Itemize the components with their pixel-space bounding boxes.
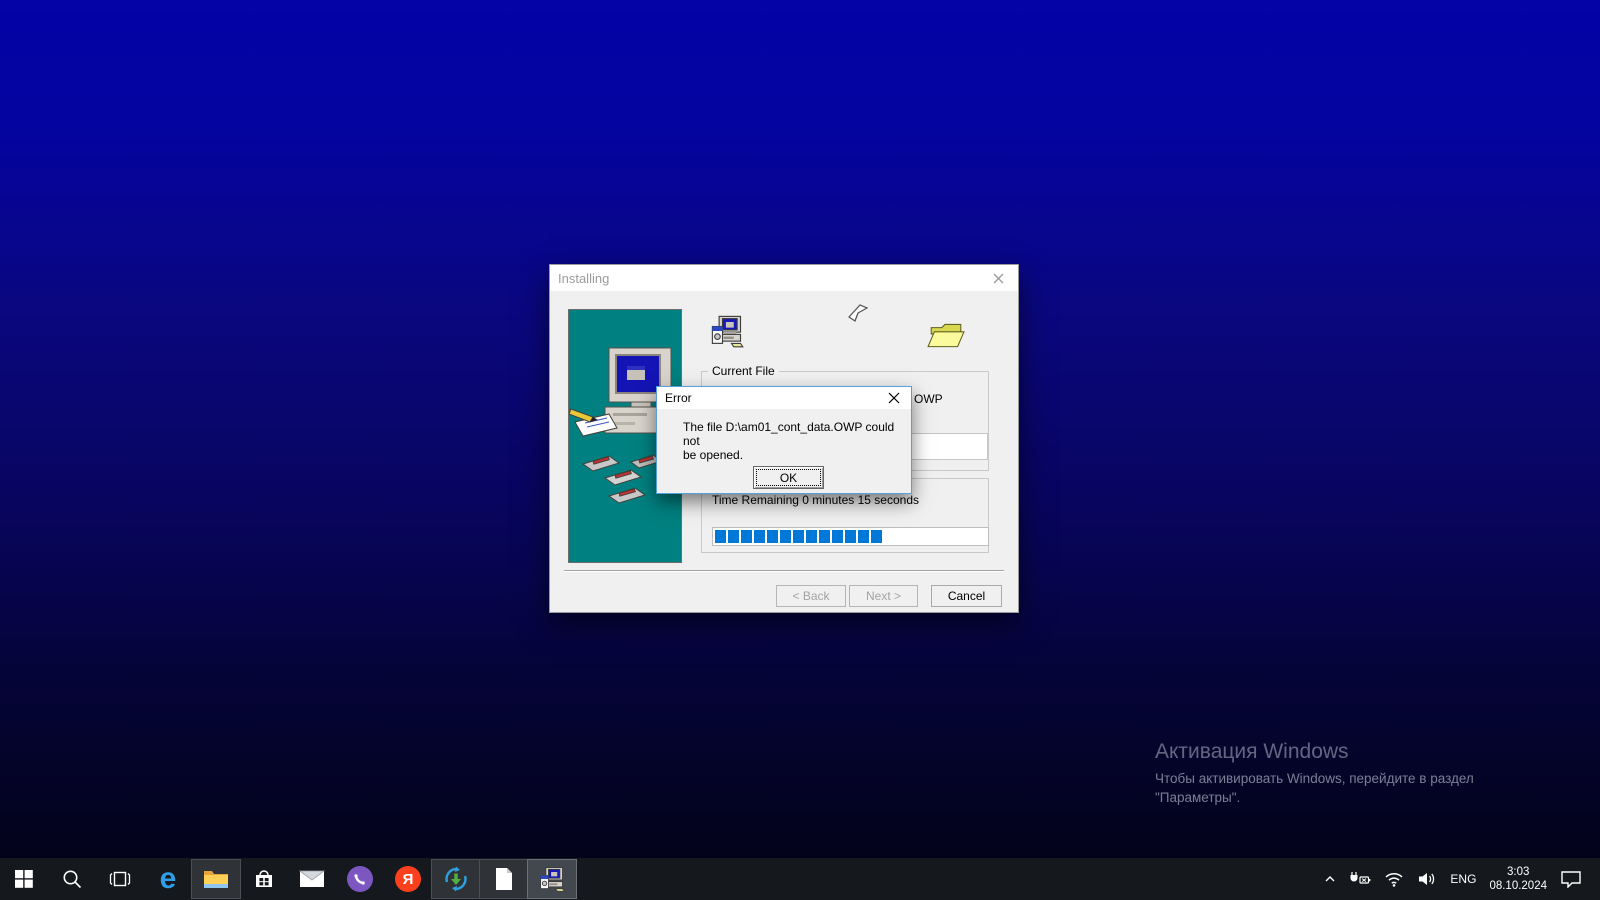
mediaget-icon [443, 866, 469, 892]
overall-progress-bar [712, 527, 989, 546]
progress-block [832, 530, 843, 543]
taskbar: e [0, 858, 1600, 900]
back-button[interactable]: < Back [776, 585, 846, 607]
windows-activation-watermark: Активация Windows Чтобы активировать Win… [1155, 740, 1575, 807]
clock-date: 08.10.2024 [1489, 879, 1547, 893]
error-dialog-title: Error [657, 391, 692, 405]
clock-time: 3:03 [1489, 865, 1547, 879]
installer-window-title: Installing [550, 271, 609, 286]
error-message-line2: be opened. [683, 448, 911, 462]
taskbar-item-mail[interactable] [288, 860, 336, 898]
taskbar-item-edge[interactable]: e [144, 860, 192, 898]
error-titlebar[interactable]: Error [657, 387, 911, 409]
error-dialog: Error The file D:\am01_cont_data.OWP cou… [656, 386, 912, 494]
progress-block [819, 530, 830, 543]
viber-icon [347, 866, 373, 892]
installer-icon [538, 865, 566, 893]
progress-block [754, 530, 765, 543]
tray-network-button[interactable] [1382, 859, 1406, 899]
next-button[interactable]: Next > [849, 585, 918, 607]
taskbar-item-viber[interactable] [336, 860, 384, 898]
progress-block [858, 530, 869, 543]
action-center-button[interactable] [1558, 859, 1584, 899]
installer-titlebar[interactable]: Installing [550, 265, 1018, 291]
current-file-group-label: Current File [708, 364, 779, 378]
watermark-line2: "Параметры". [1155, 788, 1575, 807]
action-center-icon [1560, 870, 1582, 888]
error-close-button[interactable] [877, 387, 911, 409]
progress-block [871, 530, 882, 543]
progress-block [780, 530, 791, 543]
cancel-button[interactable]: Cancel [931, 585, 1002, 607]
error-message-line1: The file D:\am01_cont_data.OWP could not [683, 420, 911, 448]
task-view-button[interactable] [96, 860, 144, 898]
mail-icon [299, 869, 325, 889]
tray-chevron-button[interactable] [1322, 859, 1338, 899]
taskbar-item-document[interactable] [480, 860, 528, 898]
installer-close-button[interactable] [978, 265, 1018, 291]
task-view-icon [108, 869, 132, 889]
ok-button[interactable]: OK [753, 466, 824, 489]
close-icon [993, 273, 1004, 284]
tray-power-button[interactable] [1347, 859, 1373, 899]
power-plug-icon [1349, 871, 1371, 887]
windows-logo-icon [15, 870, 33, 888]
progress-block [728, 530, 739, 543]
tray-volume-button[interactable] [1415, 859, 1439, 899]
error-message: The file D:\am01_cont_data.OWP could not… [683, 420, 911, 462]
edge-icon: e [160, 865, 177, 893]
watermark-line1: Чтобы активировать Windows, перейдите в … [1155, 769, 1575, 788]
open-folder-icon [927, 319, 965, 356]
time-remaining-label: Time Remaining 0 minutes 15 seconds [712, 493, 919, 507]
close-icon [888, 392, 900, 404]
footer-divider [564, 570, 1004, 572]
setup-package-icon [709, 313, 745, 354]
speaker-icon [1417, 871, 1437, 887]
taskbar-search-button[interactable] [48, 860, 96, 898]
taskbar-item-mediaget[interactable] [432, 860, 480, 898]
system-tray: ENG 3:03 08.10.2024 [1322, 858, 1600, 900]
progress-block [715, 530, 726, 543]
start-button[interactable] [0, 860, 48, 898]
taskbar-item-file-explorer[interactable] [192, 860, 240, 898]
chevron-up-icon [1324, 875, 1336, 883]
progress-block [767, 530, 778, 543]
clock[interactable]: 3:03 08.10.2024 [1487, 859, 1549, 899]
language-label: ENG [1450, 872, 1476, 886]
taskbar-item-store[interactable] [240, 860, 288, 898]
current-file-path-fragment: OWP [914, 392, 943, 406]
wifi-icon [1384, 871, 1404, 887]
yandex-browser-icon: Я [395, 866, 421, 892]
search-icon [61, 868, 83, 890]
progress-block [845, 530, 856, 543]
file-explorer-icon [203, 868, 229, 890]
progress-block [806, 530, 817, 543]
language-indicator[interactable]: ENG [1448, 859, 1478, 899]
progress-block [793, 530, 804, 543]
taskbar-item-yandex[interactable]: Я [384, 860, 432, 898]
store-icon [252, 867, 276, 891]
document-icon [494, 867, 514, 891]
progress-block [741, 530, 752, 543]
taskbar-item-installer[interactable] [528, 860, 576, 898]
watermark-title: Активация Windows [1155, 740, 1575, 764]
flying-file-icon [847, 302, 869, 329]
